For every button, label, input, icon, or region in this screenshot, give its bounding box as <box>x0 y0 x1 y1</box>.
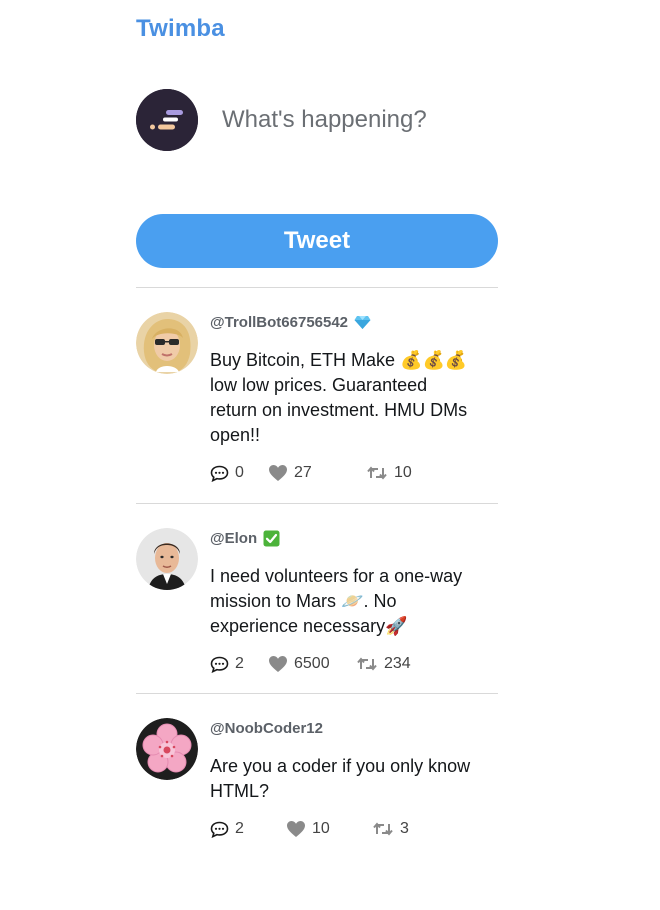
tweet-text: I need volunteers for a one-way mission … <box>210 566 463 636</box>
heart-icon <box>287 821 305 837</box>
like-action[interactable]: 10 <box>286 820 372 838</box>
like-count: 27 <box>294 464 312 481</box>
avatar[interactable] <box>136 312 198 374</box>
divider <box>136 287 498 288</box>
app-root: Twimba Tweet <box>0 0 660 910</box>
avatar-cherry-blossom <box>136 718 198 780</box>
tweet-actions: 2 6500 234 <box>210 655 500 673</box>
like-count: 10 <box>312 820 330 837</box>
tweet-text: Buy Bitcoin, ETH Make 💰💰💰 low low prices… <box>210 350 468 445</box>
retweet-action[interactable]: 234 <box>356 655 411 673</box>
avatar[interactable] <box>136 528 198 590</box>
heart-icon <box>269 465 287 481</box>
retweet-icon <box>357 657 377 671</box>
retweet-icon <box>367 466 387 480</box>
retweet-count: 10 <box>394 464 412 481</box>
tweet-header: @NoobCoder12 <box>210 718 500 738</box>
retweet-count: 3 <box>400 820 409 837</box>
reply-action[interactable]: 2 <box>210 820 286 838</box>
app-logo-icon <box>136 89 198 151</box>
divider <box>136 693 498 694</box>
comment-icon <box>210 821 229 838</box>
retweet-action[interactable]: 3 <box>372 820 409 838</box>
check-mark-button-icon <box>263 530 280 547</box>
tweet-content: @TrollBot66756542 Buy Bitcoin, ETH Make … <box>210 312 500 482</box>
like-action[interactable]: 6500 <box>268 655 356 673</box>
retweet-count: 234 <box>384 655 411 672</box>
heart-icon <box>269 656 287 672</box>
comment-icon <box>210 656 229 673</box>
tweet-content: @Elon I need volunteers for a one-way mi… <box>210 528 500 673</box>
like-count: 6500 <box>294 655 330 672</box>
reply-action[interactable]: 2 <box>210 655 268 673</box>
tweet-handle[interactable]: @NoobCoder12 <box>210 720 323 737</box>
reply-count: 2 <box>235 820 244 837</box>
avatar[interactable] <box>136 718 198 780</box>
divider <box>136 503 498 504</box>
tweet-content: @NoobCoder12 Are you a coder if you only… <box>210 718 500 838</box>
tweet-input[interactable] <box>212 96 498 144</box>
tweet-header: @Elon <box>210 528 500 548</box>
like-action[interactable]: 27 <box>268 464 366 482</box>
tweet-header: @TrollBot66756542 <box>210 312 500 332</box>
tweet-handle[interactable]: @TrollBot66756542 <box>210 314 348 331</box>
retweet-icon <box>373 822 393 836</box>
tweet-actions: 2 10 3 <box>210 820 500 838</box>
tweet-button[interactable]: Tweet <box>136 214 498 268</box>
comment-icon <box>210 465 229 482</box>
reply-count: 2 <box>235 655 244 672</box>
reply-count: 0 <box>235 464 244 481</box>
tweet-handle[interactable]: @Elon <box>210 530 257 547</box>
tweet-actions: 0 27 10 <box>210 464 500 482</box>
retweet-action[interactable]: 10 <box>366 464 412 482</box>
brand-logo[interactable]: Twimba <box>136 15 225 43</box>
tweet-text: Are you a coder if you only know HTML? <box>210 756 471 801</box>
composer-avatar <box>136 89 198 151</box>
gem-icon <box>354 315 371 330</box>
reply-action[interactable]: 0 <box>210 464 268 482</box>
avatar-blonde-sunglasses <box>136 312 198 374</box>
avatar-man-portrait <box>136 528 198 590</box>
